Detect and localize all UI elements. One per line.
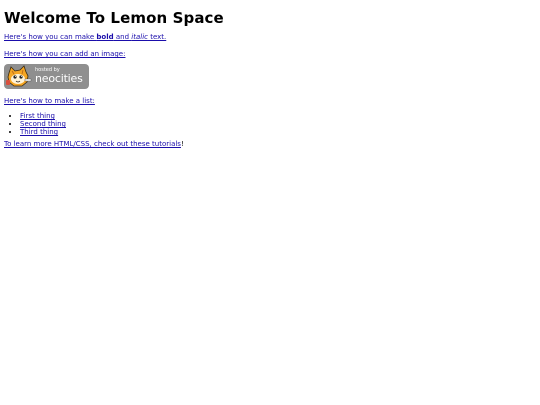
list-item: Second thing xyxy=(20,120,536,128)
page-heading: Welcome To Lemon Space xyxy=(4,9,224,27)
formatting-link[interactable]: Here's how you can make bold and italic … xyxy=(4,33,166,41)
image-paragraph: Here's how you can add an image: xyxy=(4,50,536,59)
learn-more-suffix: ! xyxy=(180,140,184,148)
formatting-paragraph: Here's how you can make bold and italic … xyxy=(4,33,536,42)
list-item-link[interactable]: Third thing xyxy=(20,128,58,136)
badge-name-label: neocities xyxy=(35,72,83,85)
formatting-suffix-text: text. xyxy=(147,33,167,41)
page-content: Welcome To Lemon Space Here's how you ca… xyxy=(4,0,536,149)
formatting-prefix-text: Here's how you can make xyxy=(4,33,97,41)
example-list: First thing Second thing Third thing xyxy=(4,112,536,136)
learn-more-paragraph: To learn more HTML/CSS, check out these … xyxy=(4,140,536,149)
list-item-link[interactable]: First thing xyxy=(20,112,55,120)
tutorials-link[interactable]: To learn more HTML/CSS, check out these … xyxy=(4,140,181,148)
list-item-link[interactable]: Second thing xyxy=(20,120,66,128)
image-paragraph-link[interactable]: Here's how you can add an image: xyxy=(4,50,125,58)
formatting-middle-text: and xyxy=(113,33,132,41)
neocities-cat-icon xyxy=(6,65,32,87)
list-paragraph-link[interactable]: Here's how to make a list: xyxy=(4,97,95,105)
italic-text: italic xyxy=(131,33,148,41)
list-item: Third thing xyxy=(20,128,536,136)
list-paragraph: Here's how to make a list: xyxy=(4,97,536,106)
neocities-badge[interactable]: hosted by neocities xyxy=(4,64,89,89)
list-item: First thing xyxy=(20,112,536,120)
bold-text: bold xyxy=(96,33,114,41)
